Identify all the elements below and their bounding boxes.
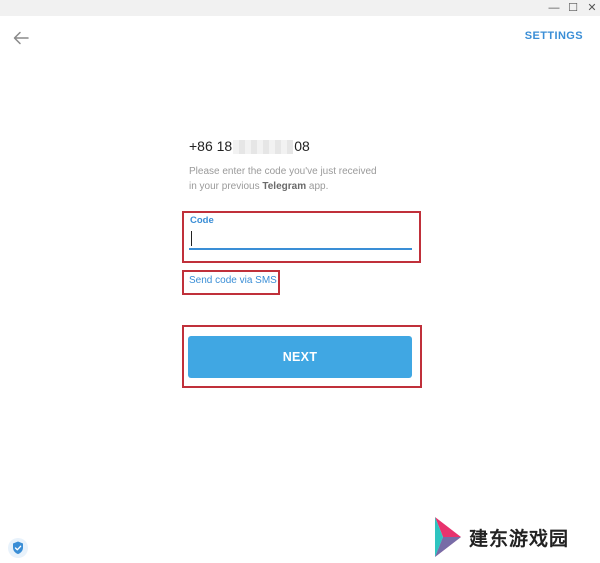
- phone-number: +86 18 08: [189, 138, 310, 155]
- instructions-app-name: Telegram: [262, 181, 307, 192]
- text-caret: [191, 231, 192, 246]
- instructions-line1: Please enter the code you've just receiv…: [189, 166, 377, 177]
- next-button[interactable]: NEXT: [188, 336, 412, 378]
- code-label: Code: [190, 215, 214, 226]
- phone-blur: [233, 140, 294, 155]
- phone-prefix: +86 18: [189, 138, 233, 154]
- close-button[interactable]: ✕: [581, 0, 600, 16]
- back-button[interactable]: [10, 27, 32, 49]
- arrow-left-icon: [13, 31, 29, 45]
- watermark-text: 建东游戏园: [469, 528, 570, 550]
- settings-button[interactable]: SETTINGS: [525, 30, 583, 42]
- code-input[interactable]: [189, 228, 412, 250]
- instructions-text: Please enter the code you've just receiv…: [189, 164, 419, 194]
- shield-check-icon[interactable]: [7, 537, 29, 559]
- phone-suffix: 08: [294, 138, 310, 154]
- watermark-logo: 建东游戏园: [433, 513, 593, 561]
- instructions-line2-after: app.: [306, 181, 329, 192]
- watermark-arrow-icon: [435, 517, 461, 557]
- send-code-sms-link[interactable]: Send code via SMS: [189, 275, 277, 286]
- telegram-login-window: — ☐ ✕ SETTINGS +86 18 08 Please enter the…: [0, 0, 600, 563]
- title-bar: — ☐ ✕: [0, 0, 600, 16]
- shield-icon: [8, 538, 28, 558]
- instructions-line2-before: in your previous: [189, 181, 263, 192]
